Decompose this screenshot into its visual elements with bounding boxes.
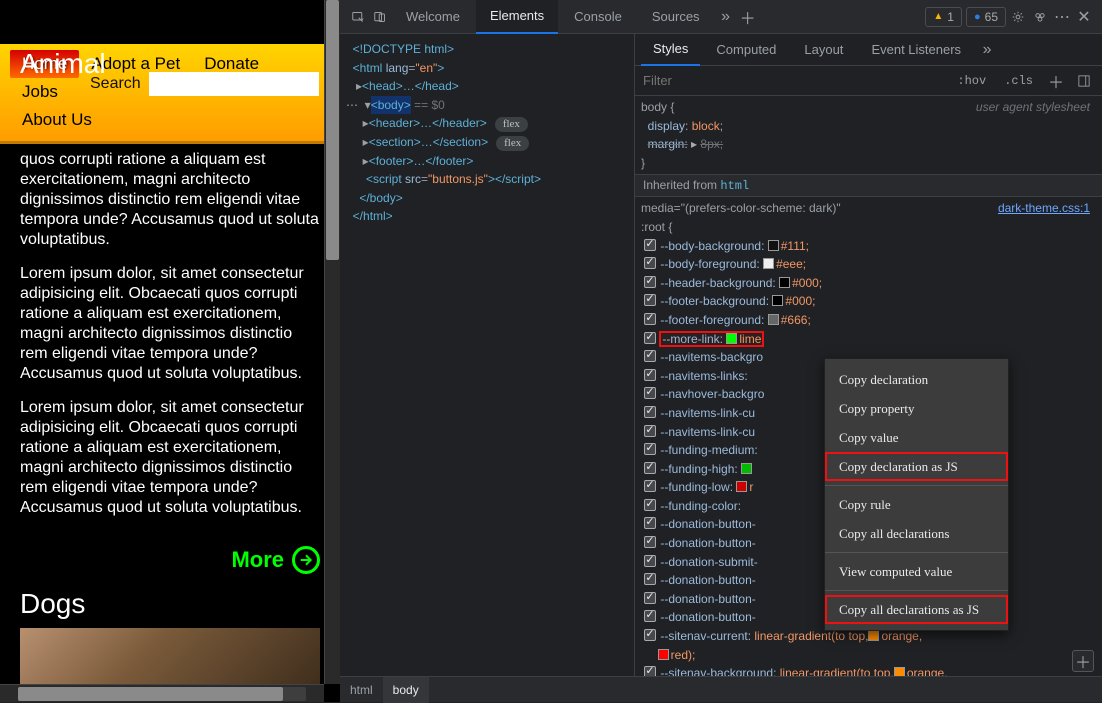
arrow-right-icon (292, 546, 320, 574)
ctx-view-computed[interactable]: View computed value (825, 557, 1008, 586)
prop-checkbox[interactable] (644, 536, 656, 548)
prop-checkbox[interactable] (644, 276, 656, 288)
styles-tab-styles[interactable]: Styles (641, 34, 700, 66)
rule-selector[interactable]: :root { (641, 220, 672, 234)
ctx-copy-declaration[interactable]: Copy declaration (825, 365, 1008, 394)
inspect-icon[interactable] (348, 7, 368, 27)
page-preview: Animal Search Home Adopt a Pet Donate Jo… (0, 0, 340, 702)
dom-body-close: </body> (359, 191, 402, 205)
horizontal-scrollbar[interactable] (0, 684, 324, 702)
tab-sources[interactable]: Sources (638, 0, 714, 34)
paragraph: Lorem ipsum dolor, sit amet consectetur … (20, 398, 320, 518)
cls-toggle[interactable]: .cls (999, 72, 1038, 90)
ctx-copy-value[interactable]: Copy value (825, 423, 1008, 452)
more-tabs-icon[interactable]: » (716, 7, 736, 27)
info-badge[interactable]: 65 (966, 7, 1006, 27)
more-tabs-icon[interactable]: » (977, 40, 997, 60)
ctx-copy-property[interactable]: Copy property (825, 394, 1008, 423)
prop-margin[interactable]: margin: (648, 137, 688, 151)
crumb-body[interactable]: body (383, 677, 429, 703)
hov-toggle[interactable]: :hov (952, 72, 991, 90)
tab-elements[interactable]: Elements (476, 0, 558, 34)
prop-checkbox[interactable] (644, 462, 656, 474)
stylesheet-link[interactable]: dark-theme.css:1 (998, 199, 1090, 218)
panel-layout-icon[interactable] (1074, 71, 1094, 91)
context-menu: Copy declaration Copy property Copy valu… (824, 358, 1009, 631)
prop-checkbox[interactable] (644, 387, 656, 399)
close-icon[interactable]: ✕ (1074, 7, 1094, 27)
search-input[interactable] (149, 72, 319, 96)
dom-header[interactable]: <header>…</header> (369, 116, 487, 130)
dom-doctype: <!DOCTYPE html> (353, 42, 454, 56)
more-link[interactable]: More (0, 546, 340, 574)
dom-section[interactable]: <section>…</section> (369, 135, 488, 149)
media-query: media="(prefers-color-scheme: dark)" (641, 201, 841, 215)
styles-tab-layout[interactable]: Layout (792, 34, 855, 66)
ctx-copy-all-declarations[interactable]: Copy all declarations (825, 519, 1008, 548)
prop-checkbox[interactable] (644, 239, 656, 251)
tab-console[interactable]: Console (560, 0, 636, 34)
flex-badge[interactable]: flex (495, 117, 528, 132)
kebab-icon[interactable]: ⋯ (1052, 7, 1072, 27)
inherited-separator: Inherited from html (635, 174, 1102, 197)
val-margin[interactable]: 8px; (700, 137, 723, 151)
rule-close: } (641, 156, 645, 170)
dom-head[interactable]: <head>…</head> (362, 79, 459, 93)
prop-checkbox[interactable] (644, 294, 656, 306)
prop-checkbox[interactable] (644, 592, 656, 604)
devtools: Welcome Elements Console Sources » ＋ 1 6… (340, 0, 1102, 702)
prop-checkbox[interactable] (644, 313, 656, 325)
new-style-icon[interactable]: ＋ (1046, 71, 1066, 91)
experiment-icon[interactable] (1030, 7, 1050, 27)
vertical-scrollbar[interactable] (324, 0, 340, 684)
nav-about[interactable]: About Us (10, 106, 104, 134)
styles-tab-listeners[interactable]: Event Listeners (859, 34, 973, 66)
section-heading: Dogs (0, 574, 340, 624)
prop-checkbox[interactable] (644, 573, 656, 585)
prop-checkbox[interactable] (644, 629, 656, 641)
dom-selected-ref: == $0 (414, 98, 445, 112)
search-label: Search (90, 75, 141, 93)
prop-checkbox[interactable] (644, 350, 656, 362)
paragraph: quos corrupti ratione a aliquam est exer… (20, 150, 320, 250)
ua-stylesheet-label: user agent stylesheet (976, 98, 1090, 117)
prop-checkbox[interactable] (644, 555, 656, 567)
prop-checkbox[interactable] (644, 517, 656, 529)
add-rule-button[interactable]: ＋ (1072, 650, 1094, 672)
ctx-copy-rule[interactable]: Copy rule (825, 490, 1008, 519)
add-tab-icon[interactable]: ＋ (738, 7, 758, 27)
prop-checkbox[interactable] (644, 332, 656, 344)
device-icon[interactable] (370, 7, 390, 27)
ctx-copy-all-declarations-js[interactable]: Copy all declarations as JS (825, 595, 1008, 624)
nav-jobs[interactable]: Jobs (10, 78, 70, 106)
prop-checkbox[interactable] (644, 480, 656, 492)
styles-sidebar: Styles Computed Layout Event Listeners »… (635, 34, 1102, 702)
prop-checkbox[interactable] (644, 406, 656, 418)
prop-checkbox[interactable] (644, 610, 656, 622)
styles-tab-computed[interactable]: Computed (704, 34, 788, 66)
elements-tree[interactable]: <!DOCTYPE html> <html lang="en"> ▸<head>… (340, 34, 635, 702)
paragraph: Lorem ipsum dolor, sit amet consectetur … (20, 264, 320, 384)
tab-welcome[interactable]: Welcome (392, 0, 474, 34)
devtools-tabs: Welcome Elements Console Sources » ＋ 1 6… (340, 0, 1102, 34)
prop-checkbox[interactable] (644, 369, 656, 381)
crumb-html[interactable]: html (340, 677, 383, 703)
dom-footer[interactable]: <footer>…</footer> (369, 154, 474, 168)
rule-selector[interactable]: body { (641, 100, 674, 114)
styles-filter-input[interactable] (643, 73, 944, 88)
site-content: quos corrupti ratione a aliquam est exer… (0, 144, 340, 542)
prop-checkbox[interactable] (644, 443, 656, 455)
dom-html-close: </html> (353, 209, 393, 223)
highlighted-declaration[interactable]: --more-link: lime (660, 332, 763, 346)
more-label: More (231, 547, 284, 573)
prop-checkbox[interactable] (644, 257, 656, 269)
prop-checkbox[interactable] (644, 425, 656, 437)
ctx-copy-declaration-js[interactable]: Copy declaration as JS (825, 452, 1008, 481)
flex-badge[interactable]: flex (496, 136, 529, 151)
breadcrumb: html body (340, 676, 1102, 702)
warnings-badge[interactable]: 1 (925, 7, 962, 27)
prop-checkbox[interactable] (644, 499, 656, 511)
gear-icon[interactable] (1008, 7, 1028, 27)
dom-body[interactable]: <body> (371, 98, 411, 112)
